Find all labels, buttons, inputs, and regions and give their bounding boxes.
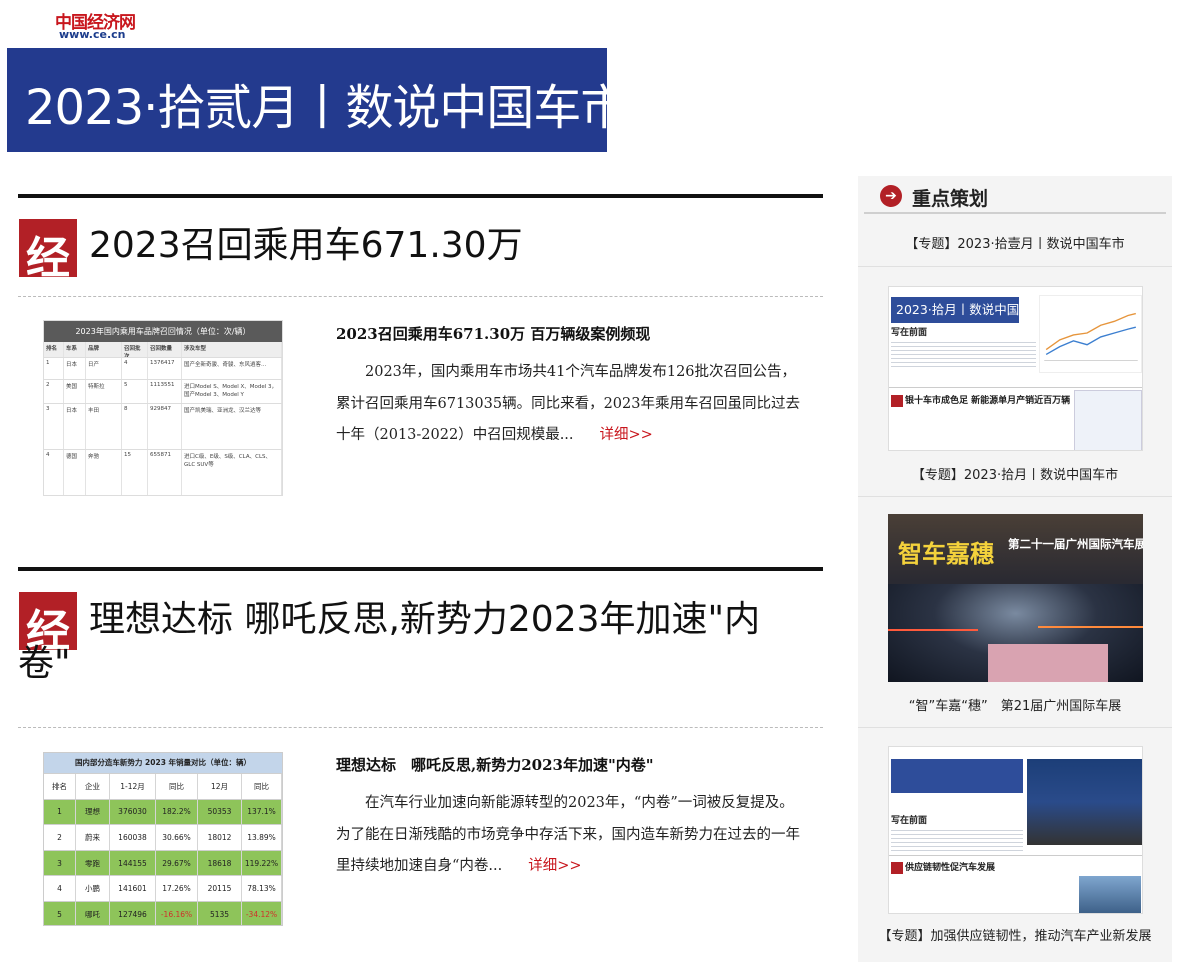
thumbnail-heading: 2023年国内乘用车品牌召回情况（单位：次/辆） (44, 321, 282, 342)
image-page-preview (1074, 390, 1142, 450)
sidebar-featured: ➔ 重点策划 【专题】2023·拾壹月丨数说中国车市 2023·拾月丨数说中国车… (858, 176, 1172, 962)
image-intro-label: 写在前面 (891, 328, 928, 338)
light-streak (888, 629, 978, 631)
sidebar-item-image[interactable]: 2023·拾月丨数说中国车市 写在前面 银十车市成色足 新能源单月产销近百万辆 (888, 286, 1143, 451)
article-divider (18, 567, 823, 571)
site-logo[interactable]: 中国经济网 www.ce.cn (55, 8, 155, 42)
image-banner-text: 2023·拾月丨数说中国车市 (891, 297, 1044, 323)
image-title-text: 智车嘉穗 (898, 539, 994, 568)
image-line-chart (1039, 295, 1142, 373)
article-summary: 在汽车行业加速向新能源转型的2023年，“内卷”一词被反复提及。为了能在日渐残酷… (336, 795, 800, 874)
table-row: 5 哪吒 127496 -16.16% 5135 -34.12% (44, 900, 282, 925)
article-subtitle-link[interactable]: 理想达标 哪吒反思,新势力2023年加速"内卷" (336, 754, 654, 775)
image-thumbnail-photo (1079, 876, 1141, 913)
article-subtitle-link[interactable]: 2023召回乘用车671.30万 百万辆级案例频现 (336, 323, 650, 344)
image-text-lines (891, 827, 1023, 853)
sidebar-item-link[interactable]: 【专题】2023·拾月丨数说中国车市 (858, 464, 1172, 483)
dotted-divider (18, 727, 823, 728)
table-header-row: 排名 车系 品牌 召回批次 召回数量 涉及车型 (44, 342, 282, 358)
table-row: 4 小鹏 141601 17.26% 20115 78.13% (44, 875, 282, 901)
table-row: 4 德国 奔驰 15 655871 进口C级、E级、S级、CLA、CLS、GLC SUV等 (44, 450, 282, 495)
image-intro-label: 写在前面 (891, 816, 928, 826)
sidebar-separator (858, 266, 1172, 267)
sidebar-separator (858, 727, 1172, 728)
sidebar-item-image[interactable]: 智车嘉穗 第二十一届广州国际汽车展览会 (888, 514, 1143, 682)
table-row: 1 日本 日产 4 1376417 国产全新奇骏、奇骏、东风逍客... (44, 358, 282, 380)
image-photo-strip (988, 644, 1108, 682)
article-title[interactable]: 理想达标 哪吒反思,新势力2023年加速"内卷" (18, 598, 808, 686)
sidebar-title: 重点策划 (912, 188, 989, 210)
table-row: 2 蔚来 160038 30.66% 18012 13.89% (44, 824, 282, 850)
sidebar-header-line (864, 212, 1166, 214)
sidebar-item-link[interactable]: 【专题】加强供应链韧性，推动汽车产业新发展 (858, 925, 1172, 944)
table-row: 2 美国 特斯拉 5 1113551 进口Model S、Model X、Model 3，… (44, 380, 282, 404)
sidebar-separator (858, 496, 1172, 497)
sidebar-item-link[interactable]: 【专题】2023·拾壹月丨数说中国车市 (858, 233, 1172, 252)
table-row: 3 日本 丰田 8 929847 国产凯美瑞、亚洲龙、汉兰达等 (44, 404, 282, 450)
sidebar-item-image[interactable]: 写在前面 供应链韧性促汽车发展 (888, 746, 1143, 914)
detail-link[interactable]: 详细>> (528, 858, 581, 874)
image-second-row: 银十车市成色足 新能源单月产销近百万辆 (889, 387, 1142, 450)
ce-logo-icon: 经 (19, 219, 77, 284)
image-subtitle-text: 第二十一届广州国际汽车展览会 (1008, 537, 1143, 551)
table-header-row: 排名 企业 1-12月 同比 12月 同比 (44, 773, 282, 799)
table-row: 3 零跑 144155 29.67% 18618 119.22% (44, 849, 282, 876)
arrow-right-icon: ➔ (880, 185, 902, 207)
article-thumbnail[interactable]: 2023年国内乘用车品牌召回情况（单位：次/辆） 排名 车系 品牌 召回批次 召回数量涉… (43, 320, 283, 496)
topic-banner: 2023·拾贰月丨数说中国车市 (7, 48, 607, 152)
article-thumbnail[interactable]: 国内部分造车新势力 2023 年销量对比（单位：辆） 排名 企业 1-12月 同比 12… (43, 752, 283, 926)
image-text-lines (891, 339, 1036, 369)
image-banner (891, 759, 1023, 793)
article-title[interactable]: 2023召回乘用车671.30万 (89, 224, 819, 268)
dotted-divider (18, 296, 823, 297)
logo-url-text: www.ce.cn (59, 28, 126, 41)
banner-title: 2023·拾贰月丨数说中国车市 (25, 80, 607, 136)
image-conference-photo (1027, 759, 1142, 845)
sidebar-header: ➔ 重点策划 (858, 176, 1172, 214)
article-divider (18, 194, 823, 198)
article-summary: 2023年，国内乘用车市场共41个汽车品牌发布126批次召回公告，累计召回乘用车… (336, 364, 800, 443)
thumbnail-heading: 国内部分造车新势力 2023 年销量对比（单位：辆） (44, 753, 282, 773)
detail-link[interactable]: 详细>> (600, 427, 653, 443)
image-second-row: 供应链韧性促汽车发展 (889, 855, 1142, 913)
table-row: 1 理想 376030 182.2% 50353 137.1% (44, 798, 282, 825)
light-streak (1038, 626, 1143, 628)
sidebar-item-link[interactable]: “智”车嘉“穗” 第21届广州国际车展 (858, 695, 1172, 714)
